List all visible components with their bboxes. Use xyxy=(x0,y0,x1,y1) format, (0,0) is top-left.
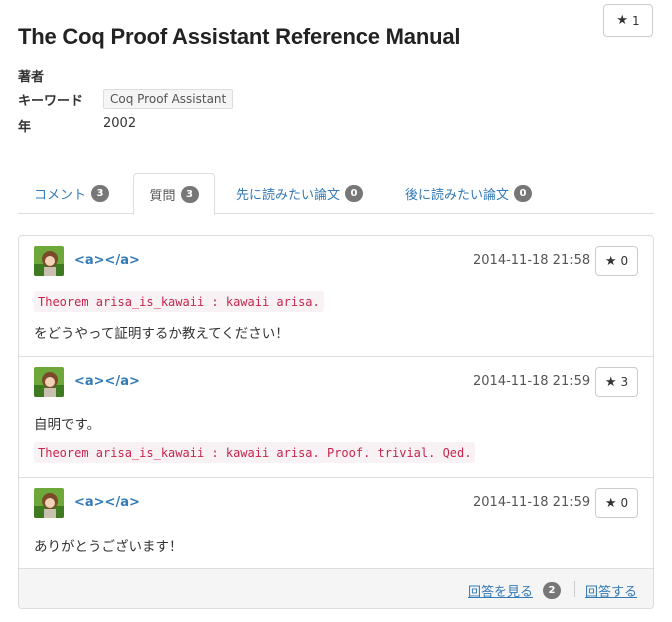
keyword-label: キーワード xyxy=(18,94,84,109)
page-title: The Coq Proof Assistant Reference Manual xyxy=(18,24,461,49)
divider xyxy=(574,581,575,597)
tab-comments[interactable]: コメント 3 xyxy=(34,173,110,214)
star-icon: ★ xyxy=(604,374,617,390)
count-badge: 0 xyxy=(514,185,533,202)
tab-read-before[interactable]: 先に読みたい論文 0 xyxy=(236,173,364,214)
year-label: 年 xyxy=(18,120,32,135)
star-count: 3 xyxy=(620,375,629,389)
tab-bar: コメント 3 質問 3 先に読みたい論文 0 後に読みたい論文 0 xyxy=(18,173,654,215)
count-badge: 3 xyxy=(180,185,199,203)
count-badge: 0 xyxy=(345,185,364,202)
tab-label: 先に読みたい論文 xyxy=(236,188,341,203)
timestamp: 2014-11-18 21:59 xyxy=(473,495,591,510)
post-text: 自明です。 xyxy=(34,417,101,433)
year-value: 2002 xyxy=(103,116,137,131)
username-link[interactable]: <a></a> xyxy=(74,374,140,389)
question-post: <a></a> 2014-11-18 21:58 ★ 0 Theorem ari… xyxy=(19,236,653,357)
avatar[interactable] xyxy=(34,246,64,276)
star-count: 0 xyxy=(620,496,629,510)
tab-label: 質問 xyxy=(149,188,176,204)
star-button[interactable]: ★ 3 xyxy=(595,367,638,397)
answer-link[interactable]: 回答する xyxy=(585,581,637,600)
tab-label: コメント xyxy=(34,188,87,203)
tab-read-after[interactable]: 後に読みたい論文 0 xyxy=(405,173,533,214)
avatar[interactable] xyxy=(34,488,64,518)
star-icon: ★ xyxy=(604,495,617,511)
star-icon: ★ xyxy=(604,253,617,269)
view-answers-label: 回答を見る xyxy=(468,585,534,600)
panel-footer: 回答を見る 2 回答する xyxy=(19,569,653,608)
star-icon: ★ xyxy=(616,13,628,28)
avatar[interactable] xyxy=(34,367,64,397)
timestamp: 2014-11-18 21:58 xyxy=(473,253,591,268)
username-link[interactable]: <a></a> xyxy=(74,495,140,510)
answer-count-badge: 2 xyxy=(543,582,561,599)
star-button[interactable]: ★ 0 xyxy=(595,488,638,518)
count-badge: 3 xyxy=(91,185,110,202)
author-label: 著者 xyxy=(18,70,45,85)
star-button[interactable]: ★ 0 xyxy=(595,246,638,276)
answer-post: <a></a> 2014-11-18 21:59 ★ 3 自明です。 Theor… xyxy=(19,357,653,478)
view-answers-link[interactable]: 回答を見る xyxy=(468,581,533,600)
timestamp: 2014-11-18 21:59 xyxy=(473,374,591,389)
code-snippet: Theorem arisa_is_kawaii : kawaii arisa. xyxy=(34,291,324,312)
star-count: 1 xyxy=(632,13,640,28)
question-panel: <a></a> 2014-11-18 21:58 ★ 0 Theorem ari… xyxy=(18,235,654,609)
code-snippet: Theorem arisa_is_kawaii : kawaii arisa. … xyxy=(34,442,476,463)
answer-post: <a></a> 2014-11-18 21:59 ★ 0 ありがとうございます！ xyxy=(19,478,653,569)
keyword-tag[interactable]: Coq Proof Assistant xyxy=(103,89,234,109)
username-link[interactable]: <a></a> xyxy=(74,253,140,268)
tab-questions[interactable]: 質問 3 xyxy=(133,173,215,215)
tab-label: 後に読みたい論文 xyxy=(405,188,510,203)
star-button[interactable]: ★ 1 xyxy=(603,4,653,37)
post-text: をどうやって証明するか教えてください！ xyxy=(34,326,289,342)
star-count: 0 xyxy=(620,254,629,268)
post-text: ありがとうございます！ xyxy=(34,539,183,555)
